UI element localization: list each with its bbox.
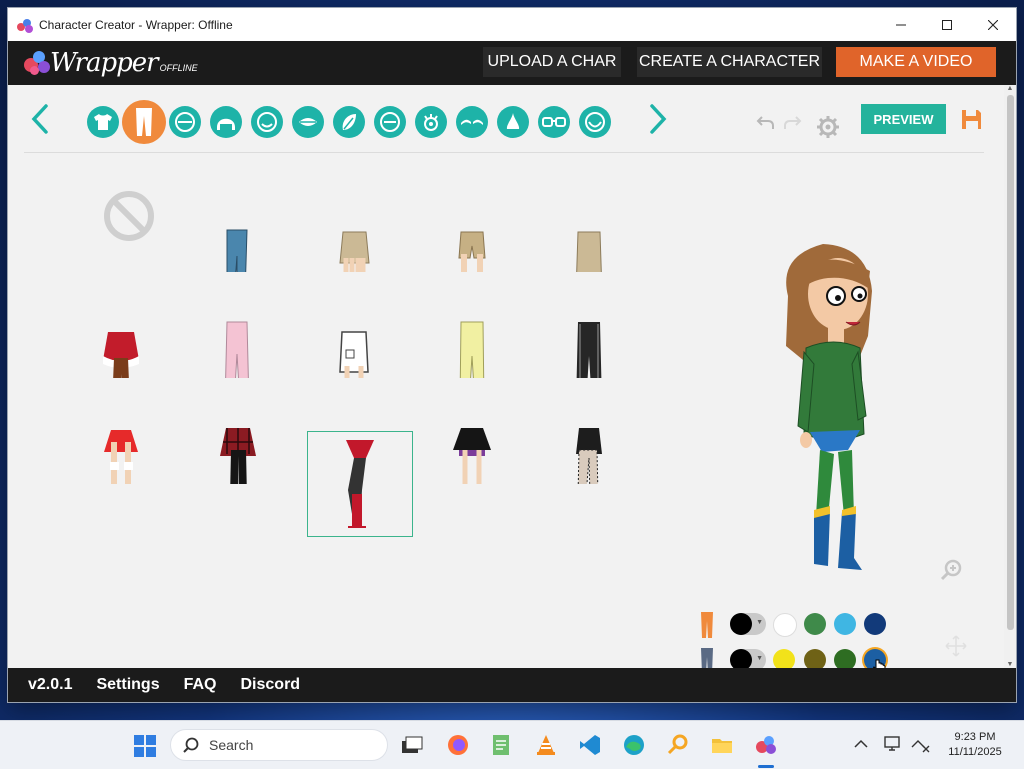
undo-icon[interactable] — [756, 113, 776, 131]
pants-icon[interactable] — [122, 100, 166, 144]
chevron-down-icon: ▼ — [756, 655, 763, 662]
current-color-swatch — [730, 613, 752, 635]
circle-icon[interactable] — [374, 106, 406, 138]
grid-item-white-skirt[interactable] — [300, 274, 404, 378]
grid-item-khaki-shorts[interactable] — [417, 168, 521, 272]
maximize-button[interactable] — [924, 8, 970, 41]
chevron-down-icon: ▼ — [756, 619, 763, 626]
next-category-icon[interactable] — [644, 103, 670, 135]
eyebrows-icon[interactable] — [456, 106, 488, 138]
grid-item-khaki-skirt[interactable] — [300, 168, 404, 272]
redo-icon[interactable] — [782, 113, 802, 131]
eye-icon[interactable] — [415, 106, 447, 138]
task-view-icon[interactable] — [400, 733, 424, 757]
gear-icon[interactable] — [816, 115, 840, 139]
logo-subtext: OFFLINE — [159, 63, 198, 73]
logo-text: Wrapper — [50, 48, 159, 78]
save-icon[interactable] — [961, 109, 981, 129]
category-toolbar: PREVIEW — [8, 85, 1000, 153]
grid-item-blue-jeans[interactable] — [183, 168, 287, 272]
search-placeholder: Search — [209, 737, 254, 753]
magnifier-app-icon[interactable] — [666, 733, 690, 757]
prev-category-icon[interactable] — [28, 103, 54, 135]
create-character-button[interactable]: CREATE A CHARACTER — [637, 47, 822, 77]
notepad-icon[interactable] — [490, 733, 514, 757]
nose-icon[interactable] — [497, 106, 529, 138]
grid-item-black-skirt[interactable] — [417, 380, 521, 484]
grid-item-plaid-skirt-boots[interactable] — [183, 380, 287, 484]
system-clock[interactable]: 9:23 PM 11/11/2025 — [940, 730, 1010, 760]
taskbar-search-box[interactable]: Search — [170, 729, 388, 761]
grid-item-black-track-pants[interactable] — [534, 274, 638, 378]
color-picker-dropdown[interactable]: ▼ — [730, 613, 766, 635]
grid-item-none[interactable] — [66, 168, 170, 272]
move-icon[interactable] — [945, 635, 967, 657]
edge-icon[interactable] — [622, 733, 646, 757]
chevron-up-icon[interactable] — [854, 739, 868, 749]
scroll-thumb[interactable] — [1007, 95, 1014, 630]
clock-time: 9:23 PM — [954, 731, 996, 743]
swatch-white[interactable] — [773, 613, 797, 637]
shirt-icon[interactable] — [87, 106, 119, 138]
wrapper-app-icon[interactable] — [754, 733, 778, 757]
mouth-icon[interactable] — [292, 106, 324, 138]
grid-item-fishnet-skirt[interactable] — [534, 380, 638, 484]
network-icon[interactable] — [910, 735, 930, 753]
footer-bar: v2.0.1 Settings FAQ Discord — [8, 668, 1016, 702]
make-video-button[interactable]: MAKE A VIDEO — [836, 47, 996, 77]
grid-item-red-boots-leotard[interactable] — [307, 431, 413, 537]
app-window: Character Creator - Wrapper: Offline Wra… — [8, 8, 1016, 702]
grid-item-red-skirt[interactable] — [66, 380, 170, 484]
no-item-icon — [104, 191, 154, 241]
taskbar: Search 9:23 PM 11/11/2025 — [0, 720, 1024, 769]
scroll-up-icon[interactable]: ▲ — [1004, 85, 1016, 92]
faq-link[interactable]: FAQ — [184, 676, 217, 694]
preview-button[interactable]: PREVIEW — [861, 104, 946, 134]
monitor-icon[interactable] — [884, 735, 904, 753]
clock-date: 11/11/2025 — [948, 746, 1002, 758]
app-icon — [17, 17, 33, 33]
leaf-icon[interactable] — [333, 106, 365, 138]
minimize-button[interactable] — [878, 8, 924, 41]
upload-char-button[interactable]: UPLOAD A CHAR — [483, 47, 621, 77]
firefox-icon[interactable] — [446, 733, 470, 757]
glasses-icon[interactable] — [538, 106, 570, 138]
clothing-grid — [66, 168, 656, 538]
window-title: Character Creator - Wrapper: Offline — [39, 17, 233, 32]
face-icon[interactable] — [251, 106, 283, 138]
beard-icon[interactable] — [579, 106, 611, 138]
wrapper-logo[interactable]: Wrapper OFFLINE — [24, 48, 198, 78]
file-explorer-icon[interactable] — [710, 733, 734, 757]
logo-blobs-icon — [24, 48, 54, 78]
swatch-sky-blue[interactable] — [834, 613, 856, 635]
top-nav: Wrapper OFFLINE UPLOAD A CHAR CREATE A C… — [8, 41, 1016, 85]
swatch-green[interactable] — [804, 613, 826, 635]
vscode-icon[interactable] — [578, 733, 602, 757]
hair-icon[interactable] — [210, 106, 242, 138]
character-preview — [786, 244, 872, 570]
zoom-in-icon[interactable] — [940, 559, 964, 583]
close-button[interactable] — [970, 8, 1016, 41]
pants-part-icon — [701, 612, 713, 638]
title-bar: Character Creator - Wrapper: Offline — [8, 8, 1016, 41]
settings-link[interactable]: Settings — [96, 676, 159, 694]
scroll-down-icon[interactable]: ▼ — [1004, 661, 1016, 668]
vlc-icon[interactable] — [534, 733, 558, 757]
swatch-navy[interactable] — [864, 613, 886, 635]
grid-item-yellow-pants[interactable] — [417, 274, 521, 378]
version-label: v2.0.1 — [28, 676, 73, 693]
windows-start-icon[interactable] — [134, 735, 156, 757]
grid-item-pink-pants[interactable] — [183, 274, 287, 378]
search-icon — [183, 737, 199, 753]
face-outline-icon[interactable] — [169, 106, 201, 138]
grid-item-khaki-long-skirt[interactable] — [534, 168, 638, 272]
toolbar-divider — [24, 152, 984, 153]
color-row-pants: ▼ — [698, 611, 918, 639]
discord-link[interactable]: Discord — [241, 676, 301, 694]
vertical-scrollbar[interactable]: ▲ ▼ — [1004, 85, 1016, 668]
grid-item-red-santa-skirt[interactable] — [66, 274, 170, 378]
